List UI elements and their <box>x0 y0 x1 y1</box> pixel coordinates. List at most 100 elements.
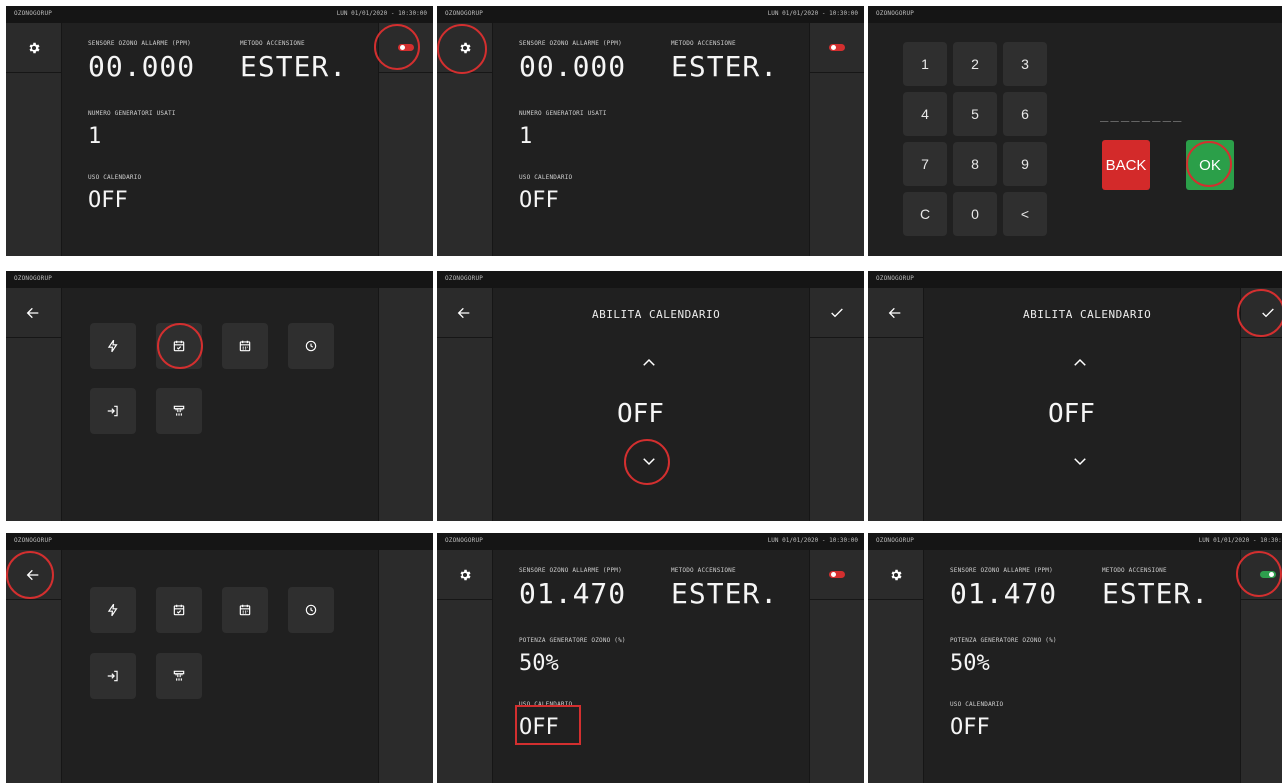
power-toggle[interactable] <box>1260 571 1276 578</box>
power-toggle[interactable] <box>398 44 414 51</box>
menu-generator-button[interactable] <box>156 388 202 434</box>
datetime-label: LUN 01/01/2020 - 10:30:00 <box>1198 537 1282 544</box>
key-5[interactable]: 5 <box>953 92 997 136</box>
menu-generator-button[interactable] <box>156 653 202 699</box>
settings-button[interactable] <box>437 550 492 600</box>
gear-icon <box>457 567 473 583</box>
brand-label: OZONOGORUP <box>876 537 915 544</box>
left-sidebar <box>6 23 62 256</box>
menu-login-button[interactable] <box>90 388 136 434</box>
generators-value: 1 <box>88 124 102 149</box>
power-toggle-cell[interactable] <box>810 23 864 73</box>
calendar-value: OFF <box>88 188 128 213</box>
menu-login-button[interactable] <box>90 653 136 699</box>
method-value: ESTER. <box>671 50 779 83</box>
brand-label: OZONOGORUP <box>445 10 484 17</box>
right-sidebar <box>378 550 433 783</box>
method-value: ESTER. <box>671 577 779 610</box>
gear-icon <box>888 567 904 583</box>
calendar-check-icon <box>173 604 185 616</box>
top-bar: OZONOGORUP <box>6 271 433 288</box>
method-value: ESTER. <box>1102 577 1210 610</box>
key-4[interactable]: 4 <box>903 92 947 136</box>
settings-button[interactable] <box>868 550 923 600</box>
check-icon <box>828 304 846 322</box>
screen-6-enable-calendar: OZONOGORUP ABILITA CALENDARIO OFF <box>868 271 1282 521</box>
top-bar: OZONOGORUP LUN 01/01/2020 - 10:30:00 <box>437 533 864 550</box>
left-sidebar <box>437 288 493 521</box>
top-bar: OZONOGORUP LUN 01/01/2020 - 10:30:00 <box>437 6 864 23</box>
login-icon <box>107 405 118 417</box>
chevron-up-icon[interactable] <box>639 353 659 373</box>
chevron-up-icon[interactable] <box>1070 353 1090 373</box>
key-6[interactable]: 6 <box>1003 92 1047 136</box>
method-label: METODO ACCENSIONE <box>1102 567 1167 574</box>
clock-icon <box>305 604 317 616</box>
confirm-button[interactable] <box>810 288 864 338</box>
right-sidebar <box>809 23 864 256</box>
menu-calendar-enable-button[interactable] <box>156 587 202 633</box>
arrow-left-icon <box>24 566 42 584</box>
calendar-value: OFF <box>519 715 559 740</box>
screen-8-status: OZONOGORUP LUN 01/01/2020 - 10:30:00 SEN… <box>437 533 864 783</box>
confirm-button[interactable] <box>1241 288 1282 338</box>
key-backspace[interactable]: < <box>1003 192 1047 236</box>
calendar-value: OFF <box>950 715 990 740</box>
right-sidebar <box>378 23 433 256</box>
gear-icon <box>26 40 42 56</box>
power-value: 50% <box>519 651 559 676</box>
ozone-generator-icon <box>173 670 185 681</box>
back-button[interactable] <box>6 288 61 338</box>
calendar-label: USO CALENDARIO <box>950 701 1004 708</box>
back-button[interactable] <box>437 288 492 338</box>
key-0[interactable]: 0 <box>953 192 997 236</box>
power-toggle-cell[interactable] <box>810 550 864 600</box>
calendar-value: OFF <box>519 188 559 213</box>
back-button[interactable] <box>6 550 61 600</box>
chevron-down-icon[interactable] <box>1070 451 1090 471</box>
brand-label: OZONOGORUP <box>14 10 53 17</box>
power-toggle[interactable] <box>829 571 845 578</box>
menu-calendar-button[interactable] <box>222 587 268 633</box>
method-value: ESTER. <box>240 50 348 83</box>
key-3[interactable]: 3 <box>1003 42 1047 86</box>
back-button[interactable] <box>868 288 923 338</box>
screen-5-enable-calendar: OZONOGORUP ABILITA CALENDARIO OFF <box>437 271 864 521</box>
right-sidebar <box>1240 288 1282 521</box>
left-sidebar <box>868 550 924 783</box>
key-7[interactable]: 7 <box>903 142 947 186</box>
menu-clock-button[interactable] <box>288 587 334 633</box>
key-8[interactable]: 8 <box>953 142 997 186</box>
key-2[interactable]: 2 <box>953 42 997 86</box>
right-sidebar <box>378 288 433 521</box>
key-clear[interactable]: C <box>903 192 947 236</box>
settings-button[interactable] <box>6 23 61 73</box>
chevron-down-icon[interactable] <box>639 451 659 471</box>
screen-1-status: OZONOGORUP LUN 01/01/2020 - 10:30:00 SEN… <box>6 6 433 256</box>
calendar-label: USO CALENDARIO <box>519 701 573 708</box>
key-9[interactable]: 9 <box>1003 142 1047 186</box>
back-button[interactable]: BACK <box>1102 140 1150 190</box>
calendar-label: USO CALENDARIO <box>88 174 142 181</box>
screen-title: ABILITA CALENDARIO <box>1023 308 1152 321</box>
key-1[interactable]: 1 <box>903 42 947 86</box>
brand-label: OZONOGORUP <box>14 537 53 544</box>
power-toggle-cell[interactable] <box>1241 550 1282 600</box>
screen-9-status: OZONOGORUP LUN 01/01/2020 - 10:30:00 SEN… <box>868 533 1282 783</box>
power-toggle[interactable] <box>829 44 845 51</box>
menu-power-button[interactable] <box>90 587 136 633</box>
power-toggle-cell[interactable] <box>379 23 433 73</box>
settings-button[interactable] <box>437 23 492 73</box>
menu-clock-button[interactable] <box>288 323 334 369</box>
sensor-label: SENSORE OZONO ALLARME (PPM) <box>519 40 622 47</box>
ok-button[interactable]: OK <box>1186 140 1234 190</box>
menu-calendar-button[interactable] <box>222 323 268 369</box>
datetime-label: LUN 01/01/2020 - 10:30:00 <box>336 10 427 17</box>
sensor-value: 00.000 <box>88 50 196 83</box>
menu-power-button[interactable] <box>90 323 136 369</box>
menu-calendar-enable-button[interactable] <box>156 323 202 369</box>
brand-label: OZONOGORUP <box>14 275 53 282</box>
method-label: METODO ACCENSIONE <box>240 40 305 47</box>
top-bar: OZONOGORUP <box>868 6 1282 23</box>
arrow-left-icon <box>24 304 42 322</box>
